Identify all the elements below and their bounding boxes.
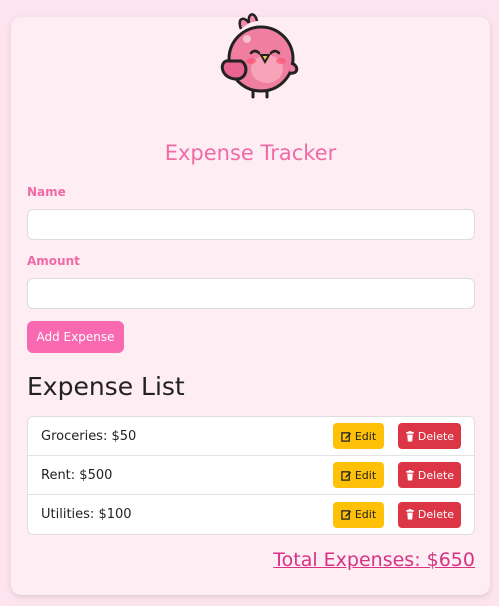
delete-button[interactable]: Delete <box>398 423 461 449</box>
edit-button[interactable]: Edit <box>333 462 384 488</box>
delete-button-label: Delete <box>417 429 455 443</box>
expense-row: Groceries: $50 Edit Delete <box>28 417 474 456</box>
edit-button-label: Edit <box>354 429 377 443</box>
trash-icon <box>405 509 415 520</box>
name-label: Name <box>27 185 66 199</box>
delete-button[interactable]: Delete <box>398 462 461 488</box>
edit-icon <box>341 431 352 442</box>
page-title: Expense Tracker <box>164 141 337 165</box>
total-expenses[interactable]: Total Expenses: $650 <box>273 549 475 571</box>
expense-row: Utilities: $100 Edit Delete <box>28 495 474 534</box>
edit-button[interactable]: Edit <box>333 423 384 449</box>
delete-button-label: Delete <box>417 508 455 521</box>
add-expense-button[interactable]: Add Expense <box>27 321 124 353</box>
amount-label: Amount <box>27 254 80 268</box>
edit-button-label: Edit <box>354 468 377 482</box>
expense-card: Expense Tracker Name Amount Add Expense … <box>11 13 490 595</box>
trash-icon <box>405 469 415 481</box>
bird-mascot-icon <box>220 13 299 99</box>
edit-icon <box>341 470 352 481</box>
delete-button-label: Delete <box>417 468 455 482</box>
edit-button-label: Edit <box>354 508 377 521</box>
trash-icon <box>405 430 415 442</box>
amount-input[interactable] <box>27 278 475 309</box>
edit-icon <box>341 509 352 520</box>
expense-list: Groceries: $50 Edit Delete Rent: $500 Ed… <box>27 416 475 535</box>
edit-button[interactable]: Edit <box>333 501 384 528</box>
expense-row: Rent: $500 Edit Delete <box>28 456 474 495</box>
delete-button[interactable]: Delete <box>398 501 461 528</box>
expense-list-heading: Expense List <box>27 372 185 401</box>
name-input[interactable] <box>27 209 475 240</box>
